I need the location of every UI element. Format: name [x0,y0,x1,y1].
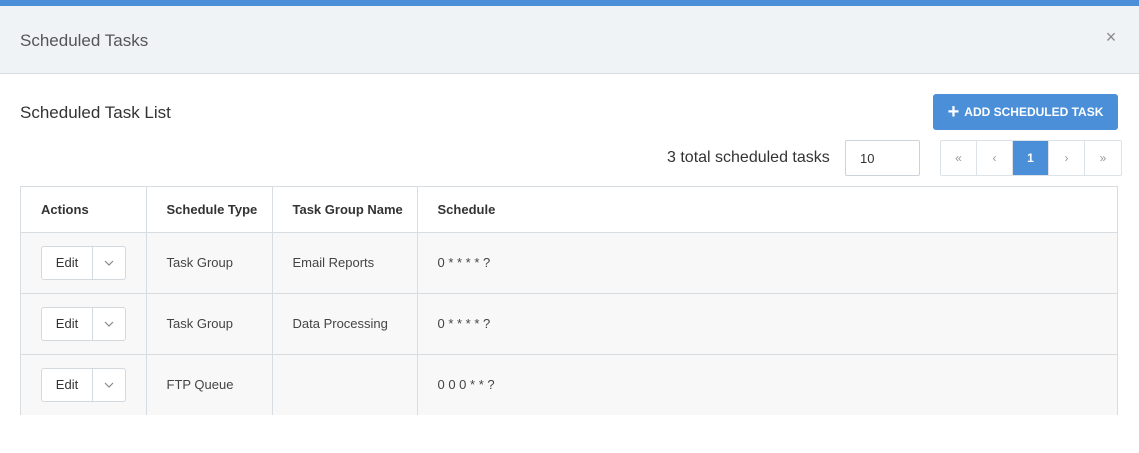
add-scheduled-task-label: ADD SCHEDULED TASK [964,105,1104,119]
task-group-name-cell: Data Processing [272,293,418,355]
first-page-button[interactable]: « [941,141,977,175]
chevron-down-icon[interactable] [93,369,125,401]
scheduled-task-table: Actions Schedule Type Task Group Name Sc… [20,186,1118,415]
edit-split-button: Edit [41,245,126,280]
prev-page-button[interactable]: ‹ [977,141,1013,175]
edit-button[interactable]: Edit [42,368,93,401]
close-icon[interactable]: × [1103,27,1119,47]
edit-split-button: Edit [41,367,126,402]
schedule-type-cell: Task Group [146,232,273,294]
section-title: Scheduled Task List [20,103,171,122]
schedule-cell: 0 * * * * ? [417,293,1117,355]
edit-button[interactable]: Edit [42,307,93,340]
task-group-name-cell: Email Reports [272,232,418,294]
plus-icon: + [947,101,960,123]
table-row: Edit FTP Queue 0 0 0 * * ? [21,354,1117,415]
schedule-cell: 0 0 0 * * ? [417,354,1117,415]
header-actions: Actions [21,187,147,233]
table-header-row: Actions Schedule Type Task Group Name Sc… [21,187,1117,233]
chevron-down-icon[interactable] [93,308,125,340]
table-row: Edit Task Group Data Processing 0 * * * … [21,293,1117,355]
actions-cell: Edit [21,354,147,415]
modal-title: Scheduled Tasks [20,31,149,50]
header-task-group-name: Task Group Name [272,187,418,233]
next-page-button[interactable]: › [1049,141,1085,175]
header-schedule: Schedule [417,187,1117,233]
table-row: Edit Task Group Email Reports 0 * * * * … [21,232,1117,294]
task-group-name-cell [272,354,418,415]
page-size-input[interactable] [845,140,920,176]
schedule-type-cell: Task Group [146,293,273,355]
chevron-down-icon[interactable] [93,247,125,279]
actions-cell: Edit [21,232,147,294]
actions-cell: Edit [21,293,147,355]
add-scheduled-task-button[interactable]: + ADD SCHEDULED TASK [933,94,1118,130]
schedule-cell: 0 * * * * ? [417,232,1117,294]
pagination: « ‹ 1 › » [940,140,1122,176]
last-page-button[interactable]: » [1085,141,1121,175]
edit-split-button: Edit [41,306,126,341]
total-count-text: 3 total scheduled tasks [667,149,830,166]
modal-header: Scheduled Tasks × [0,6,1139,74]
schedule-type-cell: FTP Queue [146,354,273,415]
current-page-button[interactable]: 1 [1013,141,1049,175]
edit-button[interactable]: Edit [42,246,93,279]
header-schedule-type: Schedule Type [146,187,273,233]
